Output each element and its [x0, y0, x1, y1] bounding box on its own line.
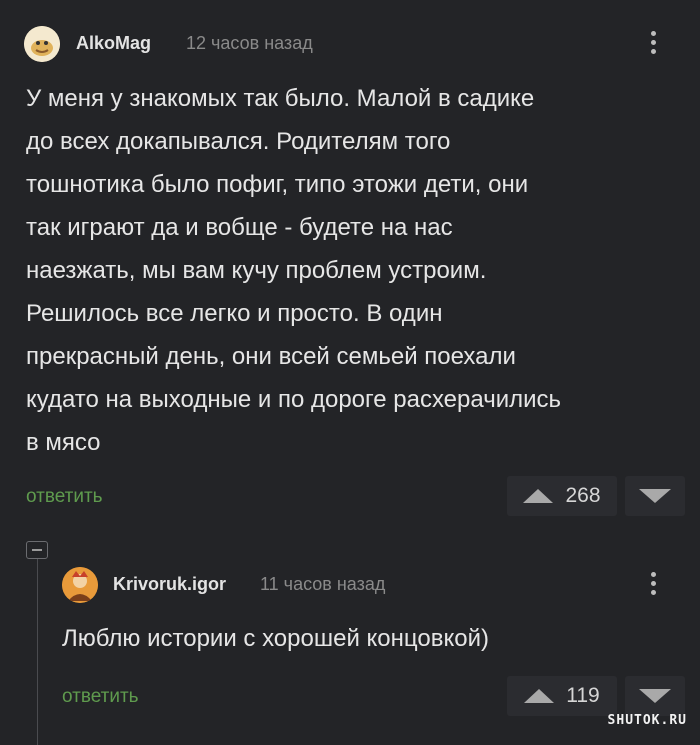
collapse-thread-icon[interactable]: [26, 541, 48, 559]
comment-line: до всех докапывался. Родителям того: [26, 128, 451, 155]
comment-author[interactable]: AlkoMag: [76, 33, 151, 54]
upvote-icon: [524, 689, 555, 703]
downvote-button[interactable]: [625, 476, 685, 516]
downvote-button[interactable]: [625, 676, 685, 716]
downvote-icon: [639, 489, 671, 503]
comment-body: Люблю истории с хорошей концовкой): [62, 617, 489, 660]
comment-line: наезжать, мы вам кучу проблем устроим.: [26, 257, 487, 284]
upvote-icon: [523, 489, 554, 503]
comment-line: У меня у знакомых так было. Малой в сади…: [26, 85, 535, 112]
avatar-image: [24, 26, 60, 62]
comment-body: У меня у знакомых так было. Малой в сади…: [26, 77, 561, 464]
comment-time: 12 часов назад: [186, 33, 313, 53]
thread-line: [37, 555, 38, 745]
reply-link[interactable]: ответить: [62, 686, 139, 708]
comment-line: кудато на выходные и по дороге расхерачи…: [26, 386, 562, 413]
upvote-button[interactable]: 268: [507, 476, 617, 516]
avatar-image: [62, 567, 98, 603]
rating-count: 119: [566, 684, 600, 707]
kebab-menu-icon[interactable]: [648, 31, 658, 54]
kebab-menu-icon[interactable]: [648, 572, 658, 595]
avatar[interactable]: [62, 567, 98, 603]
reply-link[interactable]: ответить: [26, 486, 103, 508]
rating-count: 268: [565, 484, 601, 507]
comment-line: Люблю истории с хорошей концовкой): [62, 625, 489, 652]
downvote-icon: [639, 689, 671, 703]
comment-time: 11 часов назад: [260, 574, 386, 594]
comment-line: Решилось все легко и просто. В один: [26, 300, 443, 327]
avatar[interactable]: [24, 26, 60, 62]
comment-line: прекрасный день, они всей семьей поехали: [26, 343, 516, 370]
comment-line: в мясо: [26, 429, 101, 456]
upvote-button[interactable]: 119: [507, 676, 617, 716]
watermark: SHUTOK.RU: [607, 713, 687, 728]
comment-author[interactable]: Krivoruk.igor: [113, 574, 226, 595]
comment-line: тошнотика было пофиг, типо этожи дети, о…: [26, 171, 529, 198]
comment-line: так играют да и вобще - будете на нас: [26, 214, 453, 241]
